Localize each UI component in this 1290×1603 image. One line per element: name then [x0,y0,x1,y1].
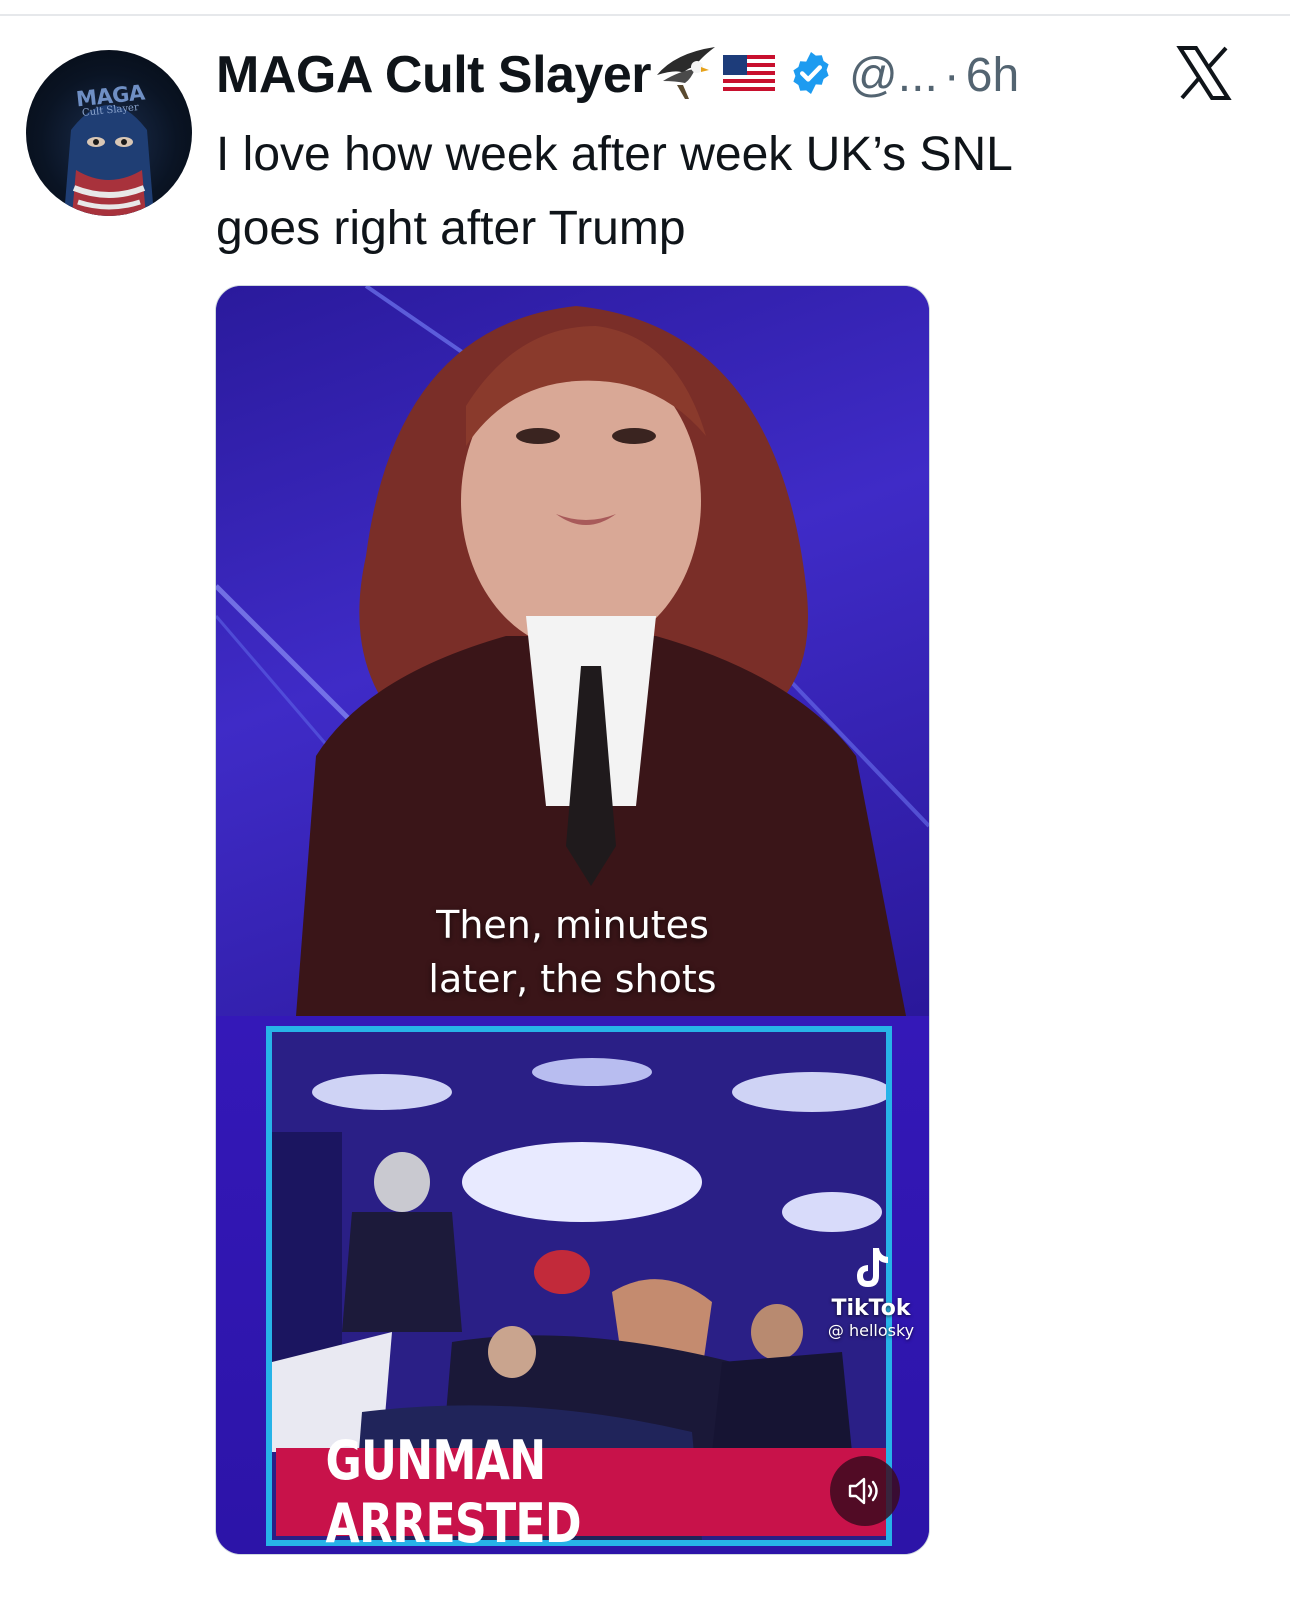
caption-line-1: Then, minutes [436,903,709,947]
avatar-image [64,105,154,216]
tiktok-watermark: TikTok @ hellosky [816,1246,926,1340]
handle[interactable]: @... [849,48,938,103]
video-caption: Then, minutes later, the shots [216,898,929,1006]
post-text: I love how week after week UK’s SNL goes… [216,118,1236,266]
tiktok-icon [857,1248,888,1287]
mute-button[interactable] [830,1456,900,1526]
verified-icon[interactable] [787,49,835,102]
speaker-icon [848,1477,878,1505]
top-divider [0,14,1290,16]
post-header: MAGA Cult Slayer @... · 6h [216,40,1019,110]
post-text-line-2: goes right after Trump [216,202,686,255]
x-logo-icon[interactable] [1176,46,1232,105]
avatar[interactable]: MAGA Cult Slayer [26,50,192,216]
timestamp[interactable]: 6h [966,48,1019,103]
caption-line-2: later, the shots [428,957,717,1001]
banner-text: GUNMAN ARRESTED [325,1429,582,1555]
video-player[interactable]: Then, minutes later, the shots TikTok @ … [215,285,930,1555]
separator-dot: · [943,48,960,102]
us-flag-icon [723,54,776,96]
news-banner: GUNMAN ARRESTED [276,1429,886,1554]
tiktok-brand: TikTok [831,1296,911,1321]
post-text-line-1: I love how week after week UK’s SNL [216,128,1013,181]
tiktok-user: @ hellosky [827,1321,915,1340]
eagle-icon [655,45,717,106]
display-name[interactable]: MAGA Cult Slayer [216,45,652,105]
